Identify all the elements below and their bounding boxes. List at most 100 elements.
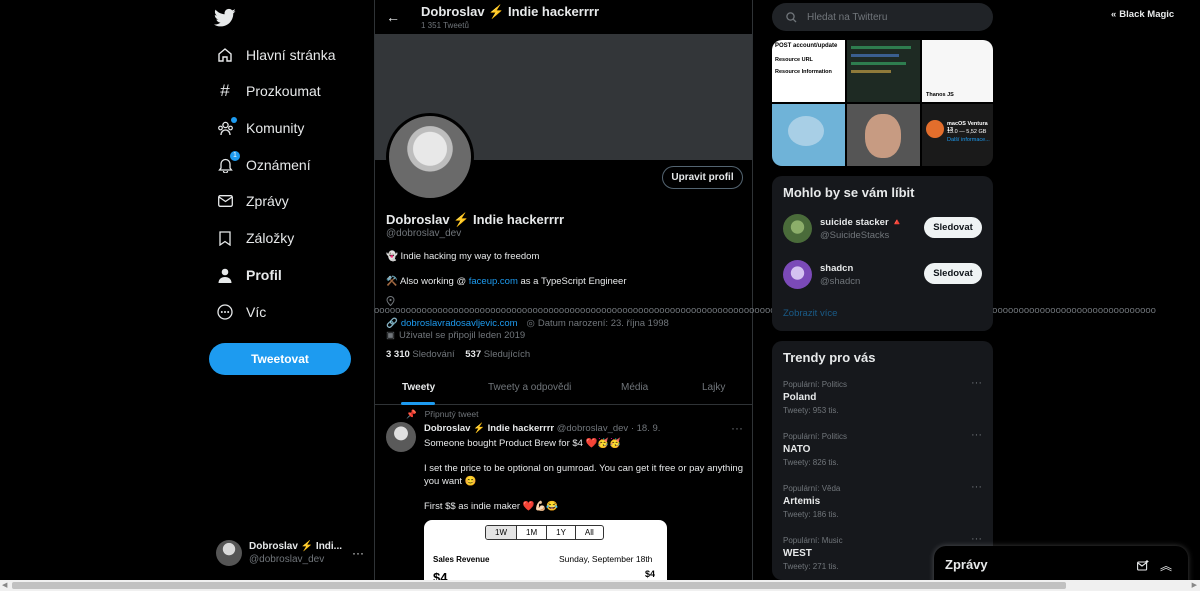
media-text: Další informace... [947,137,990,143]
edit-profile-button[interactable]: Upravit profil [662,166,743,189]
nav-item-notifications[interactable]: 1 Oznámení [216,151,311,178]
notification-badge: 1 [230,151,240,161]
tweet-text-1: Someone bought Product Brew for $4 ❤️🥳🥳 [424,438,622,449]
bio-text: as a TypeScript Engineer [517,276,627,287]
suggestions-title: Mohlo by se vám líbit [783,185,915,200]
envelope-icon [216,192,234,210]
scroll-left-arrow-icon[interactable]: ◀ [2,581,7,589]
more-dots-icon[interactable]: ··· [971,533,982,545]
calendar-icon: ▣ [386,330,395,341]
account-names: Dobroslav ⚡ Indi... @dobroslav_dev [249,540,342,566]
media-thumb[interactable]: Thanos JS [922,40,993,102]
extension-label: Black Magic [1119,9,1175,20]
double-chevron-up-icon[interactable]: ︽ [1160,557,1172,574]
double-chevron-icon: « [1111,9,1117,20]
scroll-right-arrow-icon[interactable]: ▶ [1192,581,1197,589]
range-all[interactable]: All [576,526,603,539]
media-thumb[interactable]: macOS Ventura 13 13.0 — 5,52 GB Další in… [922,104,993,166]
tab-media[interactable]: Média [621,382,648,393]
trend-item[interactable]: Populární: Politics NATO Tweety: 826 tis… [783,429,983,478]
followers-link[interactable]: 537 Sledujících [465,349,530,360]
profile-meta-row: 🔗 dobroslavradosavljevic.com ◎ Datum nar… [386,318,669,329]
nav-item-explore[interactable]: # Prozkoumat [216,78,320,104]
more-dots-icon[interactable]: ··· [971,429,982,441]
sales-revenue-label: Sales Revenue [433,555,490,564]
trend-category: Populární: Music [783,536,843,545]
avatar [783,260,812,289]
following-link[interactable]: 3 310 Sledování [386,349,455,360]
nav-item-communities[interactable]: Komunity [216,115,304,141]
faceup-link[interactable]: faceup.com [469,276,518,287]
person-icon [216,266,234,284]
nav-item-bookmarks[interactable]: Záložky [216,225,294,251]
back-arrow-icon[interactable]: ← [386,9,400,25]
tweet-image-card[interactable]: 1W 1M 1Y All Sales Revenue Sunday, Septe… [424,520,667,580]
nav-label: Víc [246,304,267,320]
tab-replies[interactable]: Tweety a odpovědi [488,382,571,393]
media-thumb[interactable] [847,104,920,166]
trends-title: Trendy pro vás [783,350,876,365]
bio-line-1: 👻 Indie hacking my way to freedom [386,251,539,262]
new-message-icon[interactable] [1137,558,1149,576]
trend-count: Tweety: 826 tis. [783,458,839,467]
media-thumb[interactable] [772,104,845,166]
profile-header: ← Dobroslav ⚡ Indie hackerrrr 1 351 Twee… [375,0,752,34]
more-dots-icon[interactable]: ··· [352,546,364,560]
tweet-header: Dobroslav ⚡ Indie hackerrrr @dobroslav_d… [424,423,660,434]
suggestion-name: shadcn [820,263,854,274]
pinned-label: 📌 Připnutý tweet [406,409,478,420]
suggestion-handle: @shadcn [820,276,861,287]
communities-icon [216,117,237,137]
more-dots-icon[interactable]: ··· [971,377,982,389]
twitter-logo-icon[interactable] [214,8,236,28]
tab-tweets[interactable]: Tweety [402,382,435,393]
range-1y[interactable]: 1Y [547,526,576,539]
bell-icon: 1 [216,151,240,174]
follow-button[interactable]: Sledovat [924,263,982,284]
bio-text: Indie hacking my way to freedom [400,251,540,262]
bio-text: Also working @ [399,276,469,287]
nav-item-more[interactable]: Víc [216,299,266,325]
tweet-more-icon[interactable]: ··· [731,421,743,435]
avatar [783,214,812,243]
tab-likes[interactable]: Lajky [702,382,725,393]
joined-text: Uživatel se připojil leden 2019 [398,330,526,341]
bookmark-icon [216,229,234,247]
followers-label: Sledujících [483,349,531,360]
nav-item-messages[interactable]: Zprávy [216,188,289,214]
account-switcher[interactable]: Dobroslav ⚡ Indi... @dobroslav_dev ··· [216,539,364,567]
nav-item-home[interactable]: Hlavní stránka [216,42,335,68]
follow-stats: 3 310 Sledování 537 Sledujících [386,349,530,360]
more-dots-icon[interactable]: ··· [971,481,982,493]
profile-avatar[interactable] [386,113,474,201]
trend-item[interactable]: Populární: Politics Poland Tweety: 953 t… [783,377,983,426]
suggestion-item[interactable]: suicide stacker 🔺 @SuicideStacks Sledova… [783,214,983,246]
follow-button[interactable]: Sledovat [924,217,982,238]
black-magic-extension[interactable]: « Black Magic [1111,9,1174,20]
show-more-link[interactable]: Zobrazit více [783,308,837,319]
media-thumb[interactable] [847,40,920,102]
following-label: Sledování [412,349,455,360]
nav-item-profile[interactable]: Profil [216,262,282,288]
balloon-icon: ◎ [526,318,535,329]
nav-label: Zprávy [246,193,289,209]
horizontal-scrollbar[interactable]: ◀ ▶ [0,580,1200,591]
search-input[interactable]: Hledat na Twitteru [772,3,993,31]
tweet-author[interactable]: Dobroslav ⚡ Indie hackerrrr [424,423,554,434]
range-1m[interactable]: 1M [517,526,548,539]
tweet-text-3: First $$ as indie maker ❤️💪🏻😂 [424,501,559,512]
media-grid: POST account/update Resource URL Resourc… [772,40,993,166]
website-link[interactable]: dobroslavradosavljevic.com [401,318,518,329]
media-thumb[interactable]: POST account/update Resource URL Resourc… [772,40,845,102]
account-name: Dobroslav ⚡ Indi... [249,541,343,552]
trend-item[interactable]: Populární: Věda Artemis Tweety: 186 tis.… [783,481,983,530]
tweet-button[interactable]: Tweetovat [209,343,351,375]
trend-title: NATO [783,444,811,455]
tweet-avatar[interactable] [386,422,416,452]
range-1w[interactable]: 1W [486,526,517,539]
messages-drawer-title: Zprávy [945,557,988,572]
profile-tabs: Tweety Tweety a odpovědi Média Lajky [375,373,752,405]
suggestion-item[interactable]: shadcn @shadcn Sledovat [783,260,983,292]
scrollbar-thumb[interactable] [12,582,1066,589]
followers-count: 537 [465,349,482,360]
